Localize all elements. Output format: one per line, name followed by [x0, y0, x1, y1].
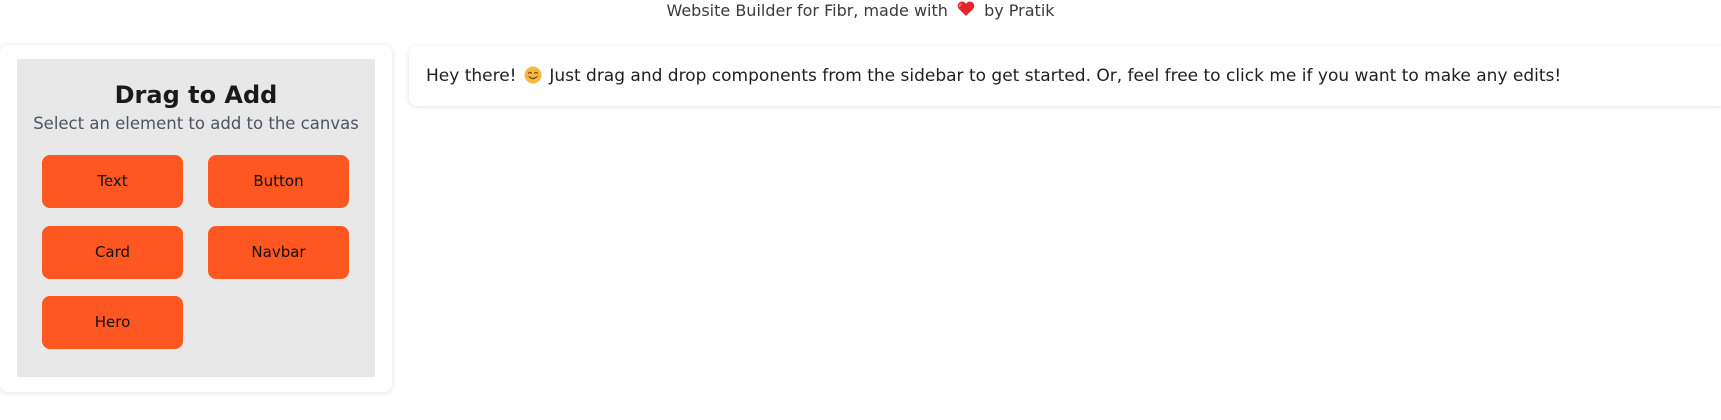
add-navbar-button[interactable]: Navbar [208, 226, 349, 279]
sidebar-title: Drag to Add [114, 81, 278, 109]
smiling-face-icon [524, 66, 542, 91]
add-button-button[interactable]: Button [208, 155, 349, 208]
sidebar-panel: Drag to Add Select an element to add to … [0, 45, 392, 392]
heart-icon [957, 1, 975, 23]
component-palette: Drag to Add Select an element to add to … [17, 59, 375, 377]
header-author-text: by Pratik [984, 1, 1055, 20]
canvas-text-content[interactable]: Hey there! Just drag and drop components… [426, 64, 1561, 91]
add-text-button[interactable]: Text [42, 155, 183, 208]
app-credit-header: Website Builder for Fibr, made with by P… [0, 0, 1721, 22]
canvas-instructions: Just drag and drop components from the s… [549, 66, 1562, 86]
add-hero-button[interactable]: Hero [42, 296, 183, 349]
canvas-greeting: Hey there! [426, 66, 517, 86]
add-card-button[interactable]: Card [42, 226, 183, 279]
sidebar-subtitle: Select an element to add to the canvas [33, 114, 359, 133]
canvas-text-element[interactable]: Hey there! Just drag and drop components… [409, 46, 1721, 106]
header-credit-text: Website Builder for Fibr, made with [666, 1, 948, 20]
